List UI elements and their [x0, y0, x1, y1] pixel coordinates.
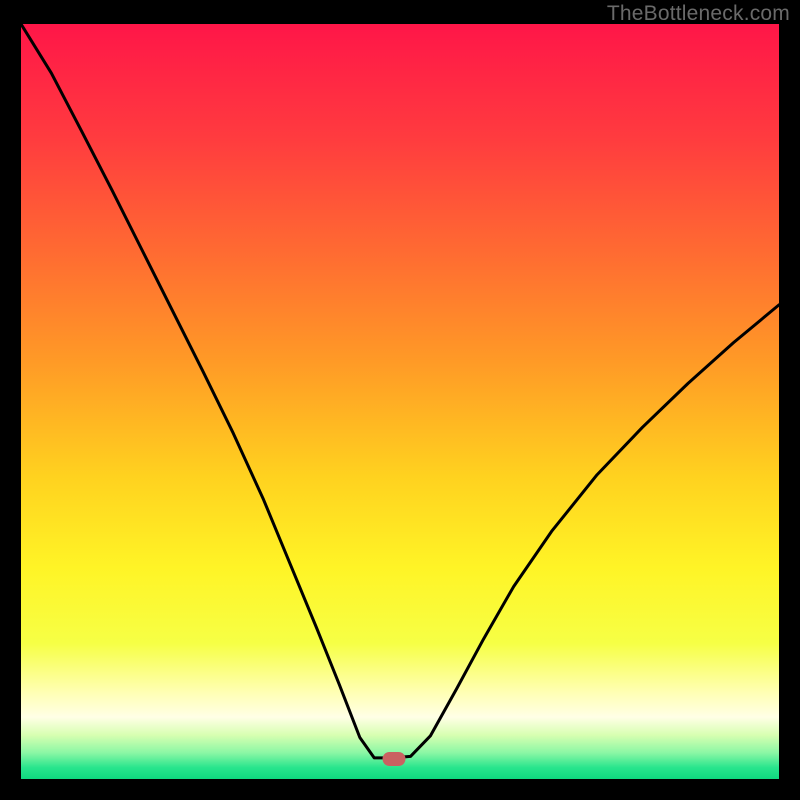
chart-frame: TheBottleneck.com: [0, 0, 800, 800]
bottleneck-curve: [21, 24, 779, 779]
plot-area: [21, 24, 779, 779]
optimal-marker: [382, 752, 405, 766]
watermark-text: TheBottleneck.com: [607, 2, 790, 26]
